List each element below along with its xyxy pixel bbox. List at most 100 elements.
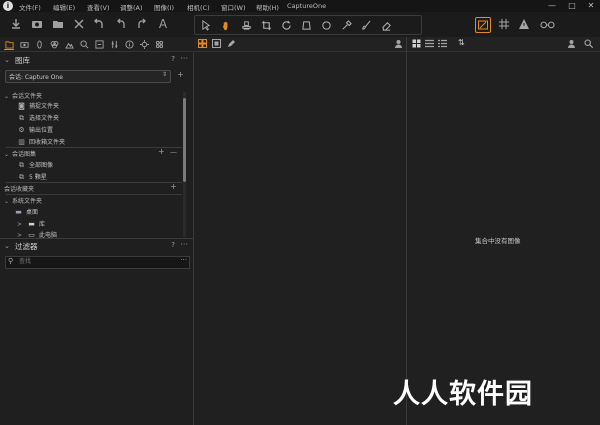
session-favorites-header[interactable]: 会话收藏夹 xyxy=(4,184,34,193)
user-icon[interactable] xyxy=(567,39,576,48)
delete-icon[interactable] xyxy=(71,16,87,32)
filters-title: 过滤器 xyxy=(15,242,38,251)
output-tab-icon[interactable] xyxy=(139,39,149,49)
menu-window[interactable]: 窗口(W) xyxy=(221,2,246,12)
sidebar-item-label: 回收箱文件夹 xyxy=(29,139,66,146)
tree-item-library[interactable]: > ▬ 库 xyxy=(17,219,45,230)
text-icon[interactable]: A xyxy=(155,16,171,32)
library-help[interactable]: ? xyxy=(171,55,175,63)
session-folders-header[interactable]: ⌄ 会话文件夹 xyxy=(4,91,42,100)
crop-cursor-icon[interactable] xyxy=(259,18,273,32)
undo-all-icon[interactable] xyxy=(91,16,107,32)
tree-item-desktop[interactable]: ▬ 桌面 xyxy=(14,207,38,218)
divider xyxy=(0,238,193,239)
menu-edit[interactable]: 编辑(E) xyxy=(53,2,75,12)
sidebar-item-select-folder[interactable]: ⧉ 选择文件夹 xyxy=(17,113,59,124)
filter-search-input[interactable] xyxy=(19,257,169,266)
menu-camera[interactable]: 相机(C) xyxy=(187,2,210,12)
search-icon: ⚲ xyxy=(8,257,14,265)
sort-icon[interactable]: ⇅ xyxy=(458,38,465,47)
redo-icon[interactable] xyxy=(134,16,150,32)
close-button[interactable]: ✕ xyxy=(582,0,600,12)
user-icon[interactable] xyxy=(394,39,403,48)
filters-help[interactable]: ? xyxy=(171,241,175,249)
local-adjust-tab-icon[interactable] xyxy=(94,39,104,49)
menu-help[interactable]: 帮助(H) xyxy=(256,2,279,12)
lens-tab-icon[interactable] xyxy=(34,39,44,49)
divider xyxy=(6,194,182,195)
filmstrip-view-icon[interactable] xyxy=(438,39,447,48)
library-tab-icon[interactable] xyxy=(4,39,14,50)
erase-cursor-icon[interactable] xyxy=(379,18,393,32)
metadata-tab-icon[interactable] xyxy=(124,39,134,49)
camera-icon[interactable] xyxy=(29,16,45,32)
library-header[interactable]: ⌄ 图库 ? ··· xyxy=(0,54,193,66)
filters-header[interactable]: ⌄ 过滤器 ? ··· xyxy=(0,240,193,252)
viewer-toolbar: ⇅ xyxy=(407,37,600,52)
keystone-cursor-icon[interactable] xyxy=(299,18,313,32)
menu-image[interactable]: 图像(I) xyxy=(154,2,174,12)
search-options-icon[interactable]: ··· xyxy=(180,256,187,264)
list-view-icon[interactable] xyxy=(425,39,434,48)
collapse-icon[interactable]: ⌄ xyxy=(4,242,10,250)
pan-cursor-icon[interactable] xyxy=(219,18,233,32)
minimize-button[interactable]: — xyxy=(543,0,561,12)
session-albums-header[interactable]: ⌄ 会话图集 xyxy=(4,149,36,158)
collapse-icon[interactable]: ⌄ xyxy=(4,198,9,205)
search-icon[interactable] xyxy=(584,39,594,49)
grid-view-icon[interactable] xyxy=(198,39,207,48)
expand-icon[interactable]: > xyxy=(17,221,22,228)
remove-album-button[interactable]: — xyxy=(170,148,177,156)
add-session-icon[interactable]: + xyxy=(177,70,184,79)
grid-icon[interactable] xyxy=(496,16,512,32)
warning-icon[interactable] xyxy=(516,16,532,32)
filters-more[interactable]: ··· xyxy=(180,240,188,249)
add-favorite-button[interactable]: + xyxy=(170,182,177,191)
collapse-icon[interactable]: ⌄ xyxy=(4,151,9,158)
tree-item-label: 库 xyxy=(39,221,46,228)
trash-icon: ▥ xyxy=(18,138,25,146)
maximize-button[interactable]: □ xyxy=(563,0,581,12)
batch-tab-icon[interactable] xyxy=(154,39,164,49)
brush-cursor-icon[interactable] xyxy=(359,18,373,32)
import-icon[interactable] xyxy=(8,16,24,32)
session-select[interactable]: 会话: Capture One ⇕ xyxy=(5,70,171,83)
empty-collection-message: 集合中没有图像 xyxy=(475,237,521,245)
window-title: CaptureOne xyxy=(287,2,327,10)
thumbnails-view-icon[interactable] xyxy=(412,39,421,48)
collapse-icon[interactable]: ⌄ xyxy=(4,93,9,100)
menu-adjust[interactable]: 调整(A) xyxy=(120,2,143,12)
stamp-cursor-icon[interactable] xyxy=(239,18,253,32)
spot-cursor-icon[interactable] xyxy=(319,18,333,32)
edit-icon[interactable] xyxy=(227,39,236,48)
add-album-button[interactable]: + xyxy=(158,147,165,156)
rotate-cursor-icon[interactable] xyxy=(279,18,293,32)
library-more[interactable]: ··· xyxy=(180,54,188,63)
menu-file[interactable]: 文件(F) xyxy=(19,2,41,12)
collapse-icon[interactable]: ⌄ xyxy=(4,56,10,64)
system-folders-header[interactable]: ⌄ 系统文件夹 xyxy=(4,196,42,205)
sidebar-item-label: 全部图像 xyxy=(29,162,54,169)
exposure-tab-icon[interactable] xyxy=(64,39,74,49)
sidebar-item-label: 捕捉文件夹 xyxy=(29,103,60,110)
undo-icon[interactable] xyxy=(113,16,129,32)
menu-view[interactable]: 查看(V) xyxy=(87,2,110,12)
capture-tab-icon[interactable] xyxy=(19,39,29,49)
adjustments-tab-icon[interactable] xyxy=(109,39,119,49)
details-tab-icon[interactable] xyxy=(79,39,89,49)
sidebar-item-output[interactable]: ⚙ 输出位置 xyxy=(17,125,53,136)
exposure-warning-icon[interactable] xyxy=(475,17,491,33)
single-view-icon[interactable] xyxy=(212,39,221,48)
picker-cursor-icon[interactable] xyxy=(339,18,353,32)
library-scroll-thumb[interactable] xyxy=(183,98,186,182)
sidebar-item-all-images[interactable]: ⧉ 全部图像 xyxy=(17,160,53,171)
cursor-tools-group xyxy=(194,15,422,35)
glasses-icon[interactable] xyxy=(537,16,557,32)
session-albums-title: 会话图集 xyxy=(12,151,37,158)
color-tab-icon[interactable] xyxy=(49,39,59,49)
output-icon: ⚙ xyxy=(18,126,25,134)
sidebar-item-capture-folder[interactable]: ◙ 捕捉文件夹 xyxy=(17,101,59,112)
folder-icon[interactable] xyxy=(50,16,66,32)
select-cursor-icon[interactable] xyxy=(199,18,213,32)
filter-search-field[interactable]: ⚲ ··· xyxy=(5,256,190,269)
